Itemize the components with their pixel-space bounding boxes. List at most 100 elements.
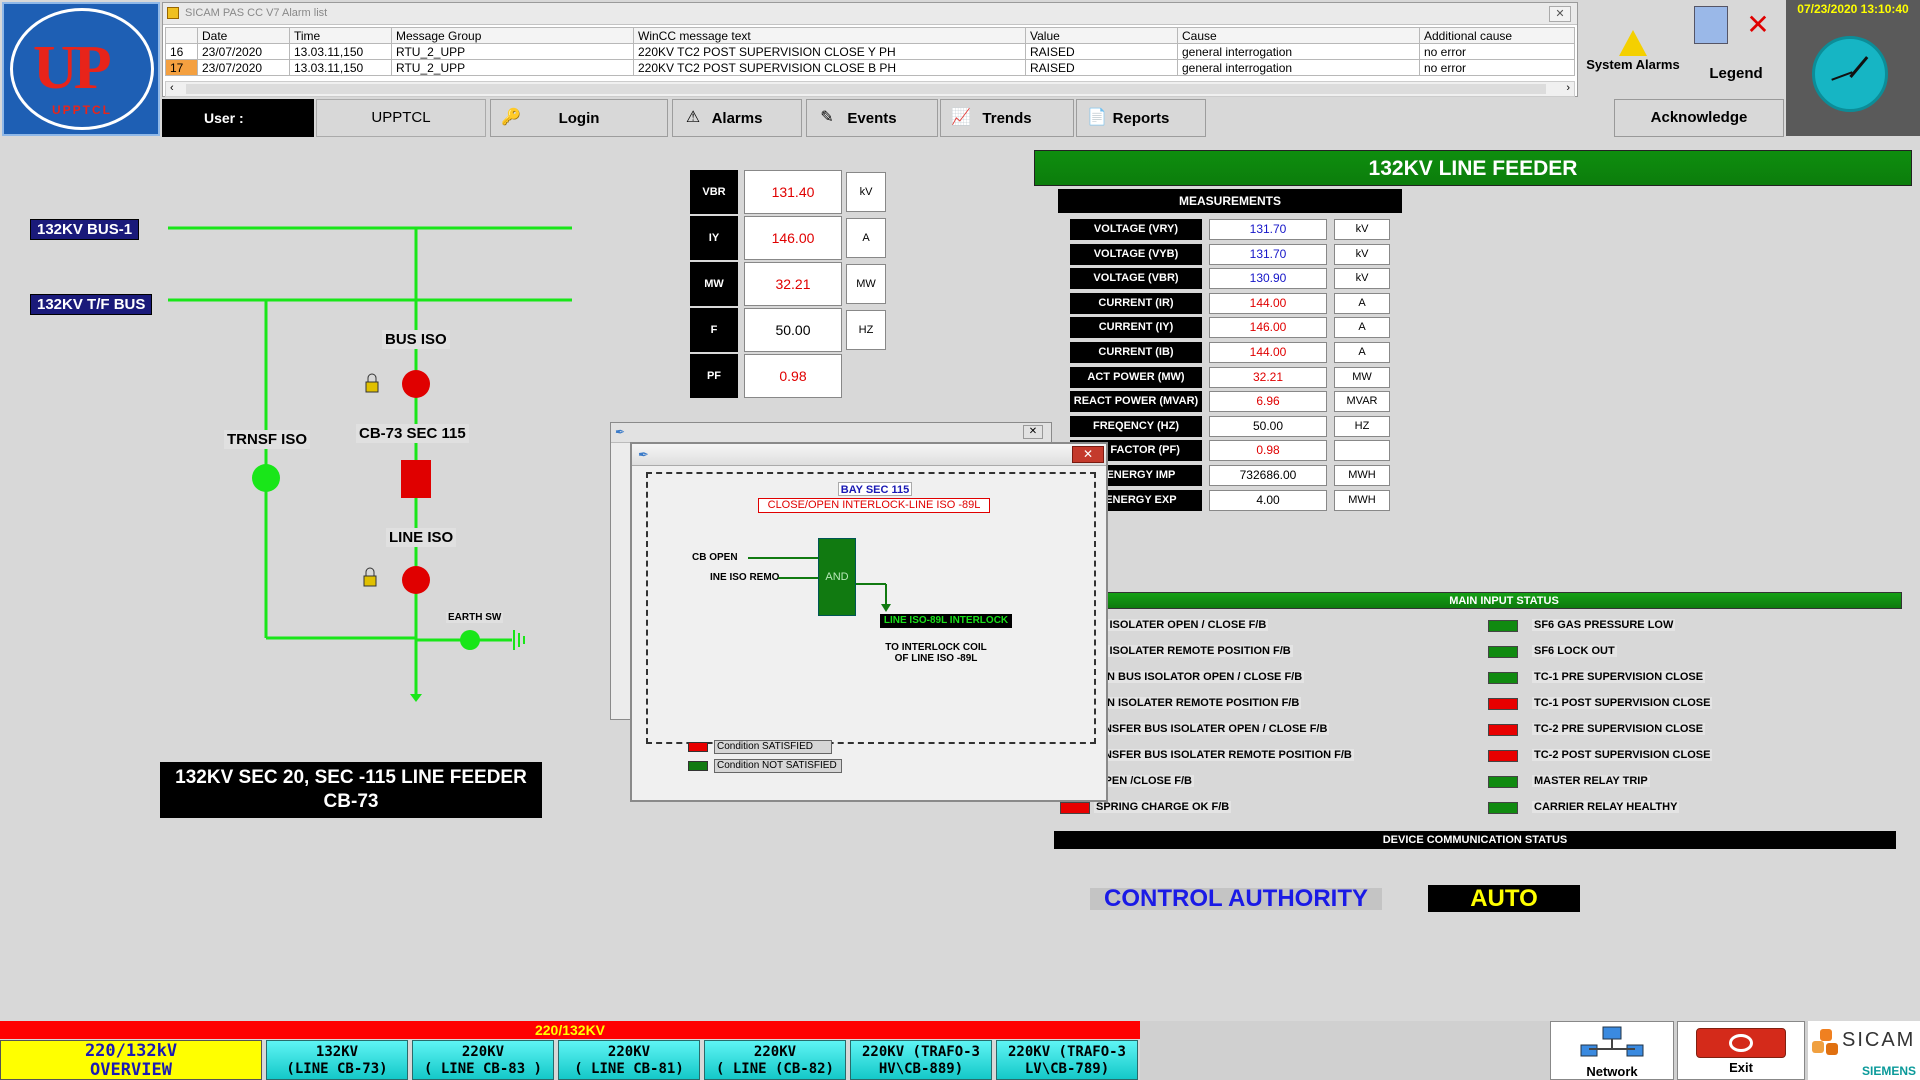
alarm-table-header: Date Time Message Group WinCC message te… (165, 27, 1575, 44)
status-text: TC-1 POST SUPERVISION CLOSE (1532, 697, 1713, 709)
popup-feather-icon: ✒ (638, 447, 649, 462)
legend-button[interactable]: ✕ Legend (1686, 0, 1786, 96)
nav-button-line1: 132KV (315, 1044, 359, 1060)
status-text: CARRIER RELAY HEALTHY (1532, 801, 1680, 813)
nav-feeder-button[interactable]: 220KV( LINE CB-83 ) (412, 1040, 554, 1080)
auto-indicator[interactable]: AUTO (1428, 885, 1580, 912)
interlock-popup[interactable]: ✒ ✕ BAY SEC 115 CLOSE/OPEN INTERLOCK-LIN… (630, 442, 1108, 802)
status-indicator (1488, 724, 1518, 736)
legend-label: Legend (1709, 65, 1763, 82)
bus-iso-label: BUS ISO (382, 330, 450, 349)
exit-symbol (1729, 1034, 1753, 1052)
alarms-button[interactable]: ⚠ Alarms (672, 99, 802, 137)
bus-iso-switch (402, 370, 430, 398)
acknowledge-button[interactable]: Acknowledge (1614, 99, 1784, 137)
measurement-row: REACT POWER (MVAR) 6.96 MVAR (1070, 391, 1390, 413)
login-button[interactable]: 🔑 Login (490, 99, 668, 137)
logo-ring: UP UPPTCL (10, 8, 154, 130)
measurement-row: FREQENCY (HZ) 50.00 HZ (1070, 415, 1390, 437)
measurement-label: CURRENT (IB) (1070, 342, 1202, 363)
logo-sub: UPPTCL (52, 103, 112, 117)
scroll-left-icon[interactable]: ‹ (170, 82, 174, 94)
nav-button-line2: ( LINE CB-81) (574, 1061, 684, 1077)
popup-close-button[interactable]: ✕ (1072, 446, 1104, 463)
measurement-unit: MWH (1334, 489, 1390, 511)
nav-feeder-button[interactable]: 220KV (TRAFO-3 HV\CB-889) (850, 1040, 992, 1080)
measurement-row: CURRENT (IB) 144.00 A (1070, 342, 1390, 363)
nav-feeder-button[interactable]: 220KV (TRAFO-3 LV\CB-789) (996, 1040, 1138, 1080)
legend-satisfied-label: Condition SATISFIED (714, 740, 832, 754)
scroll-right-icon[interactable]: › (1566, 82, 1570, 94)
measurement-value: 146.00 (1209, 317, 1327, 339)
alarm-window-close-button[interactable]: ✕ (1549, 6, 1571, 22)
status-indicator (1488, 698, 1518, 710)
popup-titlebar[interactable]: ✒ (632, 444, 1106, 466)
cell: no error (1419, 59, 1575, 76)
scroll-thumb[interactable] (186, 84, 1546, 94)
status-text: TC-2 PRE SUPERVISION CLOSE (1532, 723, 1706, 735)
warning-icon (1619, 30, 1647, 56)
bus1-label: 132KV BUS-1 (30, 219, 140, 240)
alarm-list-window[interactable]: SICAM PAS CC V7 Alarm list ✕ Date Time M… (162, 2, 1578, 97)
measurement-unit: A (1334, 292, 1390, 314)
mini-unit: kV (846, 172, 886, 212)
measurement-row: T ENERGY EXP 4.00 MWH (1070, 489, 1390, 511)
measurement-value: 732686.00 (1209, 465, 1327, 486)
interlock-output: LINE ISO-89L INTERLOCK (880, 614, 1012, 628)
measurement-unit: MW (1334, 366, 1390, 388)
events-button[interactable]: ✎ Events (806, 99, 938, 137)
close-icon[interactable]: ✕ (1023, 425, 1043, 439)
sicam-hex-icon (1812, 1029, 1842, 1059)
network-button[interactable]: Network (1550, 1021, 1674, 1080)
col-header: Cause (1177, 27, 1420, 44)
cell: RTU_2_UPP (391, 59, 634, 76)
and-gate-label: AND (825, 571, 849, 583)
measurement-value: 4.00 (1209, 489, 1327, 511)
cb-label: CB-73 SEC 115 (356, 424, 469, 443)
user-value: UPPTCL (316, 99, 486, 137)
measurement-value: 130.90 (1209, 268, 1327, 290)
trends-button[interactable]: 📈 Trends (940, 99, 1074, 137)
popup-titlebar[interactable]: ✒ ✕ (611, 423, 1051, 443)
alarm-window-title: SICAM PAS CC V7 Alarm list (163, 3, 1577, 25)
network-icon (1580, 1026, 1644, 1057)
measurement-value: 0.98 (1209, 440, 1327, 462)
alarm-horizontal-scrollbar[interactable]: ‹ › (165, 81, 1575, 97)
clock-panel: 07/23/2020 13:10:40 (1786, 0, 1920, 136)
reports-button[interactable]: 📄 Reports (1076, 99, 1206, 137)
measurement-row: VOLTAGE (VYB) 131.70 kV (1070, 243, 1390, 265)
legend-satisfied: Condition SATISFIED (688, 740, 838, 754)
lock-icon (365, 373, 379, 393)
nav-feeder-button[interactable]: 220KV( LINE (CB-82) (704, 1040, 846, 1080)
feeder-title: 132KV SEC 20, SEC -115 LINE FEEDER CB-73 (160, 762, 542, 818)
alarm-window-icon (167, 7, 179, 19)
table-row[interactable]: 16 23/07/2020 13.03.11,150 RTU_2_UPP 220… (165, 43, 1575, 60)
measurements-header: MEASUREMENTS (1058, 189, 1402, 213)
nav-button-line2: ( LINE CB-83 ) (423, 1061, 542, 1077)
status-text: MASTER RELAY TRIP (1532, 775, 1650, 787)
measurement-label: VOLTAGE (VRY) (1070, 219, 1202, 240)
alarm-window-title-text: SICAM PAS CC V7 Alarm list (185, 7, 328, 19)
line-iso-switch (402, 566, 430, 594)
nav-overview-button[interactable]: 220/132kV OVERVIEW (0, 1040, 262, 1080)
reports-label: Reports (1112, 109, 1170, 127)
legend-not-satisfied-label: Condition NOT SATISFIED (714, 759, 842, 773)
warning-icon: ⚠ (685, 109, 701, 126)
mini-value: 32.21 (744, 262, 842, 306)
nav-feeder-button[interactable]: 132KV (LINE CB-73) (266, 1040, 408, 1080)
speaker-mute-icon[interactable]: ✕ (1738, 6, 1778, 44)
measurement-row: CURRENT (IR) 144.00 A (1070, 292, 1390, 314)
table-row[interactable]: 17 23/07/2020 13.03.11,150 RTU_2_UPP 220… (165, 59, 1575, 76)
system-alarms-label: System Alarms (1586, 57, 1680, 72)
cell: 16 (165, 43, 198, 60)
system-alarms-button[interactable]: System Alarms (1582, 0, 1684, 96)
status-text: AIN BUS ISOLATOR OPEN / CLOSE F/B (1094, 671, 1305, 683)
mini-unit: HZ (846, 310, 886, 350)
cell: 13.03.11,150 (289, 59, 392, 76)
measurement-row: T ENERGY IMP 732686.00 MWH (1070, 465, 1390, 486)
feeder-title-line2: CB-73 (323, 791, 379, 812)
nav-feeder-button[interactable]: 220KV( LINE CB-81) (558, 1040, 700, 1080)
exit-button[interactable]: Exit (1677, 1021, 1805, 1080)
nav-button-line1: 220KV (607, 1044, 651, 1060)
mini-value: 131.40 (744, 170, 842, 214)
